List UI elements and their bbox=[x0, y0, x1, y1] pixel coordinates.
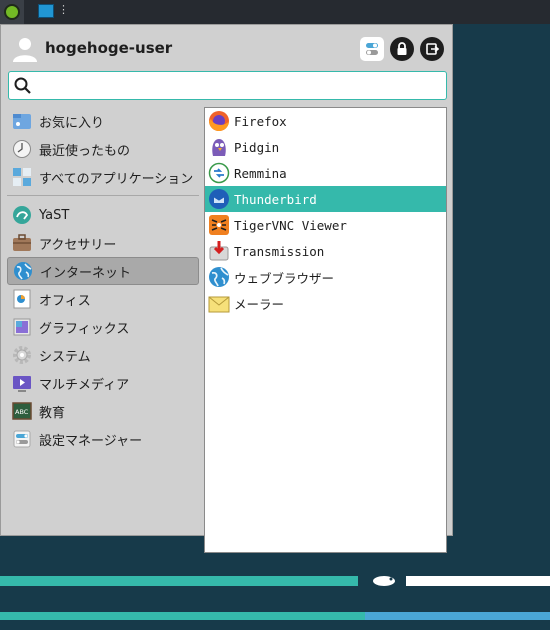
app-label: TigerVNC Viewer bbox=[234, 217, 347, 233]
mail-icon bbox=[208, 292, 230, 314]
app-label: Firefox bbox=[234, 113, 287, 129]
category-label: オフィス bbox=[39, 293, 91, 309]
app-label: Pidgin bbox=[234, 139, 280, 155]
search-box[interactable] bbox=[8, 71, 447, 100]
category-label: システム bbox=[39, 349, 91, 365]
briefcase-icon bbox=[11, 232, 33, 254]
category-graphics[interactable]: グラフィックス bbox=[7, 313, 199, 341]
app-label: ウェブブラウザー bbox=[234, 270, 335, 286]
firefox-icon bbox=[208, 110, 230, 132]
category-label: 設定マネージャー bbox=[39, 433, 143, 449]
clock-icon bbox=[11, 138, 33, 160]
category-multimedia[interactable]: マルチメディア bbox=[7, 369, 199, 397]
education-icon: ABC bbox=[11, 400, 33, 422]
whisker-menu: hogehoge-user お気に入り 最近使ったもの すべてのアプリケーション… bbox=[0, 24, 453, 553]
category-label: 教育 bbox=[39, 405, 66, 421]
app-thunderbird[interactable]: Thunderbird bbox=[205, 186, 446, 212]
category-settings-manager[interactable]: 設定マネージャー bbox=[7, 425, 199, 453]
category-system[interactable]: システム bbox=[7, 341, 199, 369]
app-firefox[interactable]: Firefox bbox=[205, 108, 446, 134]
graphics-icon bbox=[11, 316, 33, 338]
category-recent[interactable]: 最近使ったもの bbox=[7, 135, 199, 163]
category-separator bbox=[7, 195, 199, 196]
favorites-icon bbox=[11, 110, 33, 132]
opensuse-logo-icon bbox=[4, 4, 20, 20]
app-remmina[interactable]: Remmina bbox=[205, 160, 446, 186]
top-panel: ⋮ bbox=[0, 0, 550, 24]
category-favorites[interactable]: お気に入り bbox=[7, 107, 199, 135]
toggle-settings-icon bbox=[366, 43, 378, 55]
decorative-bar bbox=[406, 576, 550, 586]
svg-text:ABC: ABC bbox=[15, 408, 29, 416]
pidgin-icon bbox=[208, 136, 230, 158]
category-office[interactable]: オフィス bbox=[7, 285, 199, 313]
category-yast[interactable]: YaST bbox=[7, 201, 199, 229]
settings-icon bbox=[11, 428, 33, 450]
decorative-bar bbox=[365, 612, 550, 620]
office-icon bbox=[11, 288, 33, 310]
web-browser-icon bbox=[208, 266, 230, 288]
lock-screen-button[interactable] bbox=[390, 37, 414, 61]
desktop-icon[interactable] bbox=[38, 4, 54, 18]
decorative-bar bbox=[0, 576, 358, 586]
category-label: YaST bbox=[39, 207, 70, 223]
tigervnc-icon bbox=[208, 214, 230, 236]
gear-icon bbox=[11, 344, 33, 366]
yast-icon bbox=[11, 204, 33, 226]
app-web-browser[interactable]: ウェブブラウザー bbox=[205, 264, 446, 290]
transmission-icon bbox=[208, 240, 230, 262]
logout-button[interactable] bbox=[420, 37, 444, 61]
user-name: hogehoge-user bbox=[45, 39, 173, 57]
app-label: Transmission bbox=[234, 243, 325, 259]
user-avatar-icon bbox=[11, 35, 39, 63]
category-label: アクセサリー bbox=[39, 237, 117, 253]
all-apps-icon bbox=[11, 166, 33, 188]
app-label: Remmina bbox=[234, 165, 287, 181]
app-tigervnc[interactable]: TigerVNC Viewer bbox=[205, 212, 446, 238]
settings-manager-button[interactable] bbox=[360, 37, 384, 61]
category-label: お気に入り bbox=[39, 115, 105, 131]
search-input[interactable] bbox=[37, 74, 437, 97]
chameleon-logo-icon bbox=[370, 573, 398, 587]
category-label: インターネット bbox=[40, 265, 132, 281]
category-all-apps[interactable]: すべてのアプリケーション bbox=[7, 163, 199, 191]
remmina-icon bbox=[208, 162, 230, 184]
category-label: すべてのアプリケーション bbox=[39, 171, 194, 187]
applications-menu-button[interactable] bbox=[0, 0, 24, 24]
application-list: Firefox Pidgin Remmina Thunderbird Tiger… bbox=[204, 107, 447, 553]
category-label: グラフィックス bbox=[39, 321, 130, 337]
category-accessories[interactable]: アクセサリー bbox=[7, 229, 199, 257]
app-transmission[interactable]: Transmission bbox=[205, 238, 446, 264]
search-icon bbox=[14, 77, 31, 94]
lock-icon bbox=[397, 42, 407, 55]
app-label: Thunderbird bbox=[234, 191, 317, 207]
decorative-bar bbox=[0, 612, 365, 620]
app-pidgin[interactable]: Pidgin bbox=[205, 134, 446, 160]
multimedia-icon bbox=[11, 372, 33, 394]
category-list: お気に入り 最近使ったもの すべてのアプリケーション YaST アクセサリー イ… bbox=[7, 107, 201, 453]
globe-icon bbox=[12, 260, 34, 282]
category-education[interactable]: ABC 教育 bbox=[7, 397, 199, 425]
app-mailer[interactable]: メーラー bbox=[205, 290, 446, 316]
category-internet[interactable]: インターネット bbox=[7, 257, 199, 285]
desktop-label: ⋮ bbox=[58, 3, 69, 16]
category-label: マルチメディア bbox=[39, 377, 130, 393]
logout-icon bbox=[426, 43, 439, 55]
user-row: hogehoge-user bbox=[9, 33, 449, 63]
app-label: メーラー bbox=[234, 296, 285, 312]
category-label: 最近使ったもの bbox=[39, 143, 131, 159]
thunderbird-icon bbox=[208, 188, 230, 210]
